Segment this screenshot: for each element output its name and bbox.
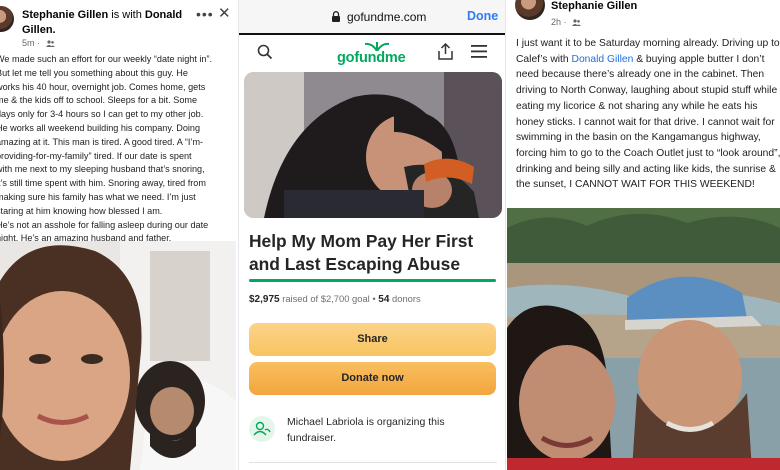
post-photo-couple-selfie[interactable] bbox=[0, 241, 236, 470]
search-icon[interactable] bbox=[257, 44, 273, 60]
lock-icon bbox=[332, 11, 340, 22]
author-avatar[interactable] bbox=[515, 0, 545, 20]
amount-raised: $2,975 bbox=[249, 294, 280, 305]
browser-url-bar: gofundme.com Done bbox=[239, 0, 505, 34]
post-meta: 5m · bbox=[22, 38, 55, 48]
campaign-title: Help My Mom Pay Her First and Last Escap… bbox=[249, 231, 474, 274]
close-icon[interactable]: ✕ bbox=[218, 4, 231, 22]
gofundme-mobile-page: gofundme.com Done gofundme Help My Mom P… bbox=[238, 0, 506, 470]
with-text: is with bbox=[111, 9, 142, 21]
gofundme-header: gofundme bbox=[239, 36, 505, 72]
done-button[interactable]: Done bbox=[467, 9, 498, 23]
campaign-photo-illustration bbox=[244, 72, 502, 218]
friends-audience-icon bbox=[572, 19, 582, 26]
mention-link[interactable]: Donald Gillen bbox=[572, 54, 634, 65]
author-name[interactable]: Stephanie Gillen bbox=[551, 0, 637, 12]
funding-progress-bar bbox=[249, 279, 496, 282]
left-facebook-post: Stephanie Gillen is with Donald Gillen. … bbox=[0, 0, 236, 470]
organizer-person-icon bbox=[253, 421, 271, 436]
goal-text: raised of $2,700 goal bbox=[282, 293, 370, 304]
post-body-text: I just want it to be Saturday morning al… bbox=[516, 36, 780, 193]
share-icon[interactable] bbox=[438, 43, 453, 60]
logo-text: gofundme bbox=[337, 50, 406, 66]
post-time[interactable]: 2h bbox=[551, 17, 561, 27]
campaign-photo[interactable] bbox=[244, 72, 502, 218]
donors-label: donors bbox=[392, 293, 421, 304]
post-meta: 2h · bbox=[551, 17, 582, 27]
hamburger-menu-icon[interactable] bbox=[471, 45, 487, 58]
funding-stats: $2,975 raised of $2,700 goal • 54 donors bbox=[249, 293, 421, 305]
river-selfie-illustration bbox=[507, 208, 780, 470]
donor-count: 54 bbox=[378, 294, 390, 305]
post-author-line: Stephanie Gillen is with Donald Gillen. bbox=[22, 8, 192, 38]
progress-fill bbox=[249, 279, 496, 282]
post-time[interactable]: 5m bbox=[22, 38, 35, 48]
gofundme-logo[interactable]: gofundme bbox=[337, 41, 417, 69]
author-name[interactable]: Stephanie Gillen bbox=[22, 9, 108, 21]
right-facebook-post: Stephanie Gillen 2h · I just want it to … bbox=[507, 0, 780, 470]
share-button[interactable]: Share bbox=[249, 323, 496, 356]
section-divider bbox=[249, 462, 497, 463]
body-part-2: & buying apple butter I don’t need becau… bbox=[516, 53, 780, 191]
selfie-illustration bbox=[0, 241, 236, 470]
organizer-icon bbox=[249, 416, 275, 442]
organizer-text: Michael Labriola is organizing this fund… bbox=[287, 416, 445, 444]
url-text[interactable]: gofundme.com bbox=[347, 10, 426, 24]
post-body-text: We made such an effort for our weekly “d… bbox=[0, 54, 213, 244]
post-photo-river-selfie[interactable] bbox=[507, 208, 780, 470]
friends-audience-icon bbox=[45, 40, 55, 47]
more-options-icon[interactable]: ••• bbox=[196, 6, 214, 22]
page-load-bar bbox=[239, 33, 505, 35]
post-header: Stephanie Gillen is with Donald Gillen. … bbox=[0, 0, 236, 50]
donate-now-button[interactable]: Donate now bbox=[249, 362, 496, 395]
author-avatar[interactable] bbox=[0, 6, 14, 32]
